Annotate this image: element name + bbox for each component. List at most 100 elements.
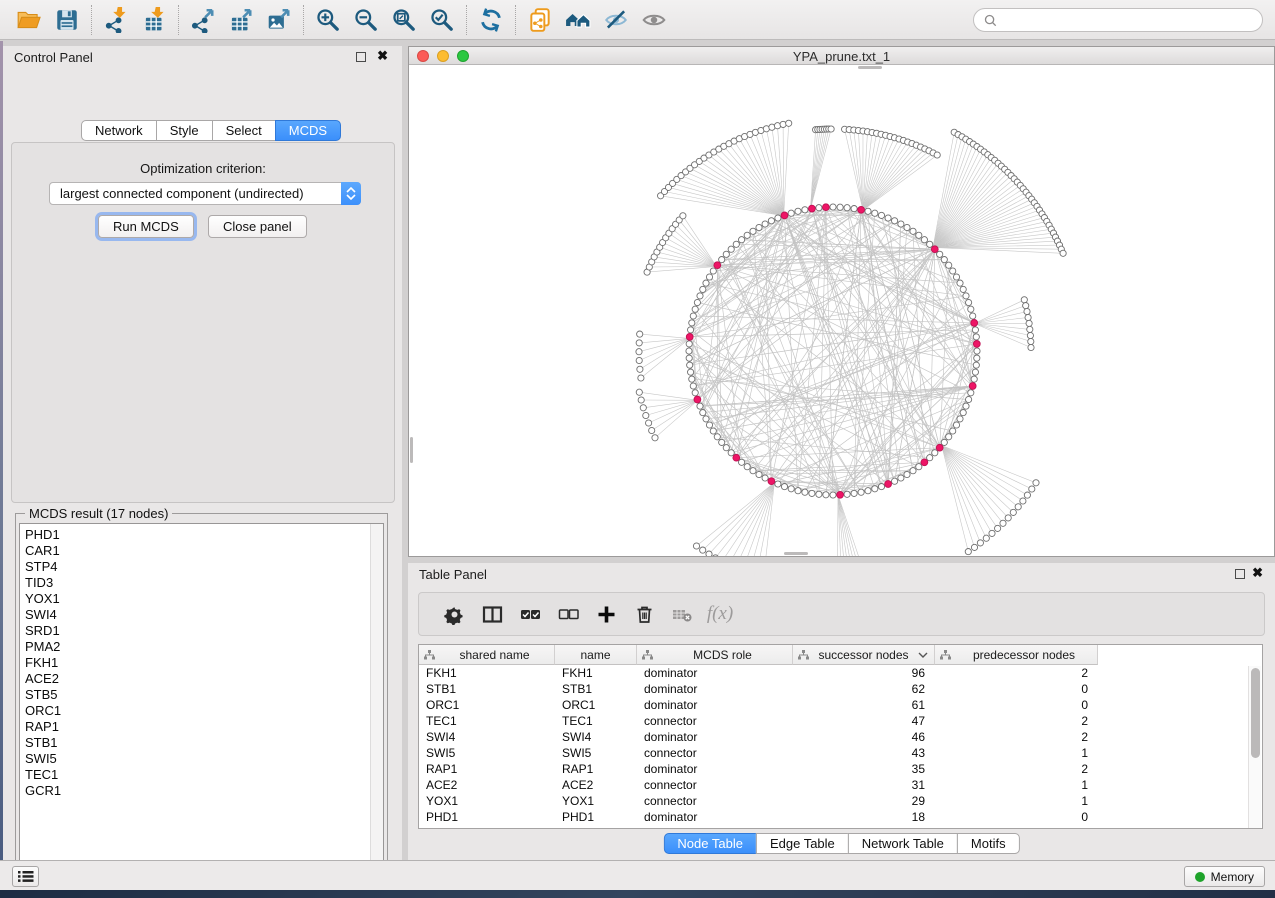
table-cell[interactable]: 47 (793, 713, 935, 729)
mcds-result-item[interactable]: ORC1 (20, 703, 383, 719)
mcds-result-item[interactable]: PHD1 (20, 527, 383, 543)
table-cell[interactable]: 43 (793, 745, 935, 761)
table-cell[interactable]: 46 (793, 729, 935, 745)
table-cell[interactable]: 0 (935, 681, 1098, 697)
column-layout-icon[interactable] (473, 597, 511, 631)
column-header-predecessor-nodes[interactable]: predecessor nodes (935, 645, 1098, 665)
mcds-result-item[interactable]: STB1 (20, 735, 383, 751)
table-cell[interactable]: PHD1 (419, 809, 555, 825)
table-cell[interactable]: 0 (935, 697, 1098, 713)
table-cell[interactable]: FKH1 (419, 665, 555, 681)
table-row[interactable]: STB1STB1dominator620 (419, 681, 1262, 697)
table-row[interactable]: SWI4SWI4dominator462 (419, 729, 1262, 745)
network-vscroll-thumb[interactable] (410, 437, 413, 463)
mcds-result-item[interactable]: YOX1 (20, 591, 383, 607)
tab-motifs[interactable]: Motifs (957, 833, 1020, 854)
zoom-in-icon[interactable] (309, 4, 347, 36)
float-panel-icon[interactable] (356, 52, 366, 62)
mcds-result-item[interactable]: PMA2 (20, 639, 383, 655)
mcds-result-item[interactable]: ACE2 (20, 671, 383, 687)
table-cell[interactable]: dominator (637, 697, 793, 713)
table-cell[interactable]: ORC1 (419, 697, 555, 713)
delete-column-icon[interactable] (625, 597, 663, 631)
network-hscroll-thumb[interactable] (858, 66, 882, 69)
table-row[interactable]: ACE2ACE2connector311 (419, 777, 1262, 793)
table-cell[interactable]: SWI4 (555, 729, 637, 745)
column-header-name[interactable]: name (555, 645, 637, 665)
refresh-icon[interactable] (472, 4, 510, 36)
column-header-successor-nodes[interactable]: successor nodes (793, 645, 935, 665)
table-cell[interactable]: 29 (793, 793, 935, 809)
open-file-icon[interactable] (10, 4, 48, 36)
zoom-selected-icon[interactable] (423, 4, 461, 36)
network-hscroll-thumb-bottom[interactable] (784, 552, 808, 555)
table-cell[interactable]: 2 (935, 729, 1098, 745)
table-cell[interactable]: 35 (793, 761, 935, 777)
table-row[interactable]: FKH1FKH1dominator962 (419, 665, 1262, 681)
show-all-icon[interactable] (635, 4, 673, 36)
table-cell[interactable]: 1 (935, 793, 1098, 809)
table-cell[interactable]: 1 (935, 777, 1098, 793)
settings-gear-icon[interactable] (435, 597, 473, 631)
hide-selected-icon[interactable] (597, 4, 635, 36)
close-panel-button[interactable]: Close panel (208, 215, 307, 238)
table-cell[interactable]: 0 (935, 809, 1098, 825)
memory-button[interactable]: Memory (1184, 866, 1265, 887)
table-cell[interactable]: TEC1 (555, 713, 637, 729)
table-cell[interactable]: connector (637, 777, 793, 793)
table-cell[interactable]: dominator (637, 681, 793, 697)
mcds-list-scrollbar[interactable] (370, 524, 383, 880)
table-cell[interactable]: connector (637, 745, 793, 761)
mcds-result-item[interactable]: SWI5 (20, 751, 383, 767)
deselect-all-icon[interactable] (549, 597, 587, 631)
table-cell[interactable]: SWI5 (419, 745, 555, 761)
table-cell[interactable]: 62 (793, 681, 935, 697)
mcds-result-item[interactable]: TEC1 (20, 767, 383, 783)
tab-node-table[interactable]: Node Table (663, 833, 757, 854)
select-all-icon[interactable] (511, 597, 549, 631)
table-cell[interactable]: STB1 (419, 681, 555, 697)
table-cell[interactable]: 2 (935, 713, 1098, 729)
float-table-panel-icon[interactable] (1235, 569, 1245, 579)
tab-edge-table[interactable]: Edge Table (756, 833, 849, 854)
mcds-result-item[interactable]: STP4 (20, 559, 383, 575)
import-table-icon[interactable] (135, 4, 173, 36)
table-row[interactable]: ORC1ORC1dominator610 (419, 697, 1262, 713)
tab-select[interactable]: Select (212, 120, 276, 141)
first-neighbors-icon[interactable] (559, 4, 597, 36)
table-cell[interactable]: connector (637, 713, 793, 729)
table-cell[interactable]: dominator (637, 761, 793, 777)
add-column-icon[interactable] (587, 597, 625, 631)
run-mcds-button[interactable]: Run MCDS (98, 215, 194, 238)
table-cell[interactable]: RAP1 (555, 761, 637, 777)
save-session-icon[interactable] (48, 4, 86, 36)
table-row[interactable]: SWI5SWI5connector431 (419, 745, 1262, 761)
mcds-result-item[interactable]: FKH1 (20, 655, 383, 671)
table-cell[interactable]: dominator (637, 729, 793, 745)
mcds-result-item[interactable]: SWI4 (20, 607, 383, 623)
mcds-result-item[interactable]: STB5 (20, 687, 383, 703)
mcds-result-item[interactable]: TID3 (20, 575, 383, 591)
table-cell[interactable]: STB1 (555, 681, 637, 697)
table-cell[interactable]: SWI4 (419, 729, 555, 745)
column-header-MCDS-role[interactable]: MCDS role (637, 645, 793, 665)
close-panel-icon[interactable]: ✖ (377, 48, 388, 64)
table-cell[interactable]: PHD1 (555, 809, 637, 825)
table-row[interactable]: YOX1YOX1connector291 (419, 793, 1262, 809)
close-table-panel-icon[interactable]: ✖ (1252, 565, 1263, 581)
mcds-result-item[interactable]: GCR1 (20, 783, 383, 799)
table-scrollbar-thumb[interactable] (1251, 668, 1260, 758)
table-cell[interactable]: 1 (935, 745, 1098, 761)
network-canvas[interactable] (409, 65, 1274, 556)
export-image-icon[interactable] (260, 4, 298, 36)
table-cell[interactable]: dominator (637, 665, 793, 681)
column-header-shared-name[interactable]: shared name (419, 645, 555, 665)
table-row[interactable]: PHD1PHD1dominator180 (419, 809, 1262, 825)
table-cell[interactable]: RAP1 (419, 761, 555, 777)
table-cell[interactable]: 2 (935, 665, 1098, 681)
export-table-icon[interactable] (222, 4, 260, 36)
table-cell[interactable]: YOX1 (555, 793, 637, 809)
table-cell[interactable]: 96 (793, 665, 935, 681)
table-cell[interactable]: ACE2 (555, 777, 637, 793)
import-network-icon[interactable] (97, 4, 135, 36)
